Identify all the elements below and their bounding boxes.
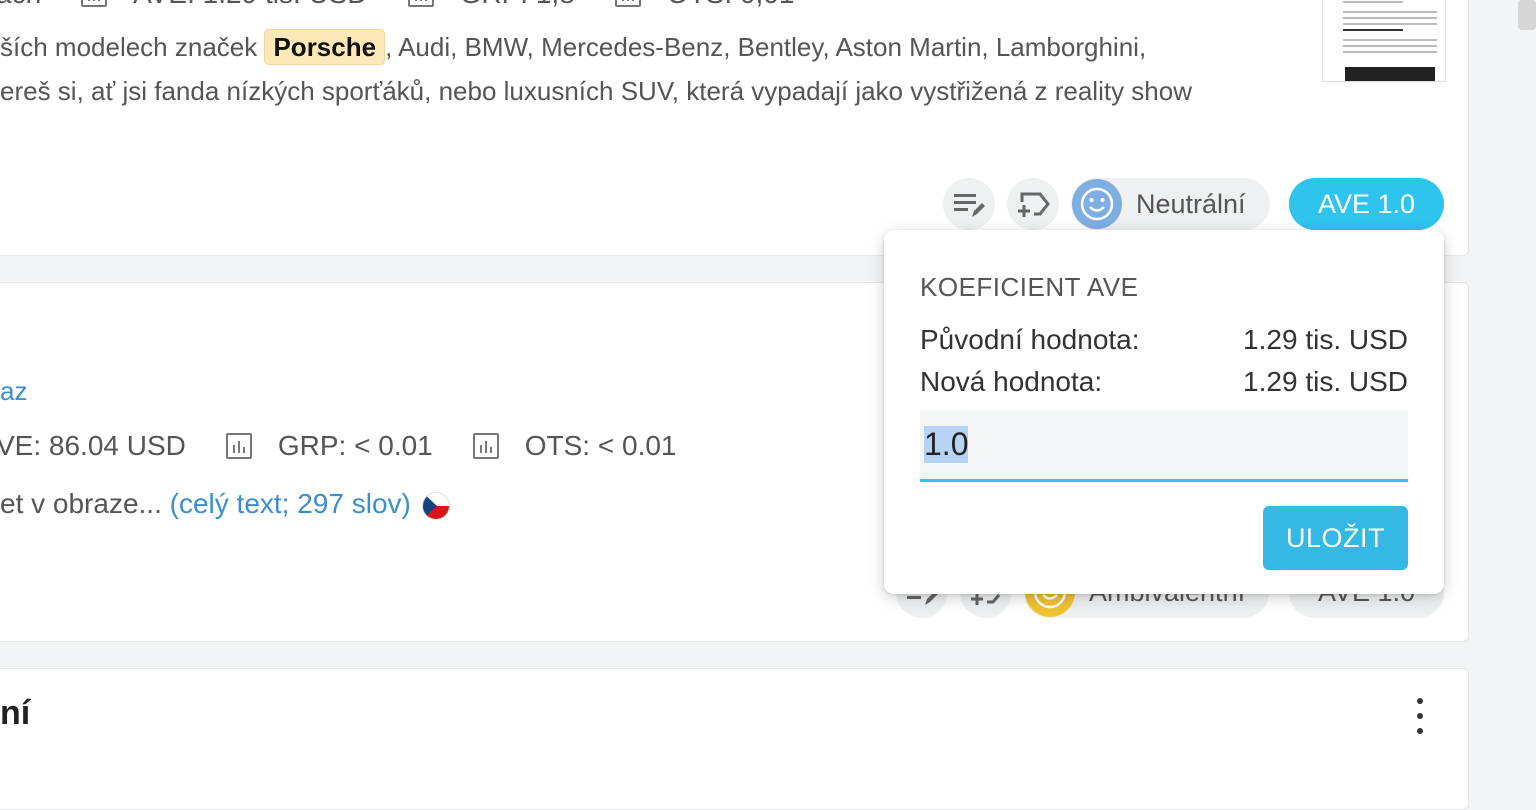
metrics-row: ách AVE: 1.29 tis. USD GRP: 1,8 OTS: 0,0…	[0, 0, 834, 10]
source-link[interactable]: az	[0, 376, 27, 407]
metric-ave: AVE: 1.29 tis. USD	[81, 0, 368, 10]
edit-note-icon	[954, 194, 985, 217]
metric-ave-value: AVE: 1.29 tis. USD	[133, 0, 367, 10]
new-value: 1.29 tis. USD	[1243, 366, 1408, 397]
metric-ave-value: VE: 86.04 USD	[0, 430, 186, 461]
metric-grp: GRP: < 0.01	[225, 430, 433, 462]
original-value-label: Původní hodnota:	[920, 324, 1140, 355]
keyword-highlight: Porsche	[264, 29, 386, 65]
new-value-row: Nová hodnota: 1.29 tis. USD	[920, 366, 1408, 398]
metric-ots-value: OTS: < 0.01	[524, 430, 677, 461]
metric-ots: OTS: < 0.01	[472, 430, 677, 462]
article-snippet: et v obraze... (celý text; 297 slov)	[0, 488, 449, 520]
metric-ots: OTS: 0,01	[614, 0, 795, 10]
more-options-icon[interactable]	[1412, 698, 1428, 734]
metric-grp: GRP: 1,8	[407, 0, 575, 10]
sentiment-label: Neutrální	[1136, 188, 1246, 219]
chart-icon	[225, 433, 252, 459]
original-value-row: Původní hodnota: 1.29 tis. USD	[920, 324, 1408, 356]
chart-icon	[472, 433, 499, 459]
ave-coefficient-button[interactable]: AVE 1.0	[1289, 178, 1444, 230]
metrics-row: VE: 86.04 USD GRP: < 0.01 OTS: < 0.01	[0, 430, 717, 462]
article-thumbnail[interactable]	[1322, 0, 1446, 82]
add-tag-icon	[1018, 192, 1050, 217]
source-fragment: ách	[0, 0, 41, 10]
new-value-label: Nová hodnota:	[920, 366, 1103, 397]
save-button[interactable]: ULOŽIT	[1263, 506, 1408, 570]
article-title[interactable]: ní	[0, 694, 30, 733]
czech-flag-icon	[422, 492, 449, 519]
ave-coefficient-popover: KOEFICIENT AVE Původní hodnota: 1.29 tis…	[884, 230, 1444, 594]
snippet-text: et v obraze...	[0, 488, 170, 519]
popover-title: KOEFICIENT AVE	[920, 272, 1139, 302]
metric-grp-value: GRP: < 0.01	[277, 430, 433, 461]
text-segment: ších modelech značek	[0, 32, 265, 62]
scrollbar-thumb[interactable]	[1518, 0, 1536, 30]
article-card	[0, 668, 1469, 810]
metric-grp-value: GRP: 1,8	[460, 0, 575, 10]
add-tag-button[interactable]	[1007, 178, 1059, 230]
original-value: 1.29 tis. USD	[1243, 324, 1408, 355]
coefficient-input[interactable]: 1.0	[920, 410, 1408, 482]
coefficient-input-value: 1.0	[924, 426, 969, 463]
chart-icon	[81, 0, 108, 7]
chart-icon	[614, 0, 641, 7]
article-text-line: ších modelech značek Porsche, Audi, BMW,…	[0, 29, 1147, 65]
full-text-link[interactable]: (celý text; 297 slov)	[170, 488, 411, 519]
smile-icon	[1072, 179, 1122, 229]
metric-ave: VE: 86.04 USD	[0, 430, 186, 462]
chart-icon	[407, 0, 434, 7]
article-text-line: ereš si, ať jsi fanda nízkých sporťáků, …	[0, 76, 1193, 106]
sentiment-button[interactable]: Neutrální	[1071, 178, 1270, 230]
text-segment: , Audi, BMW, Mercedes-Benz, Bentley, Ast…	[385, 32, 1147, 62]
edit-note-button[interactable]	[943, 178, 995, 230]
metric-ots-value: OTS: 0,01	[667, 0, 795, 10]
